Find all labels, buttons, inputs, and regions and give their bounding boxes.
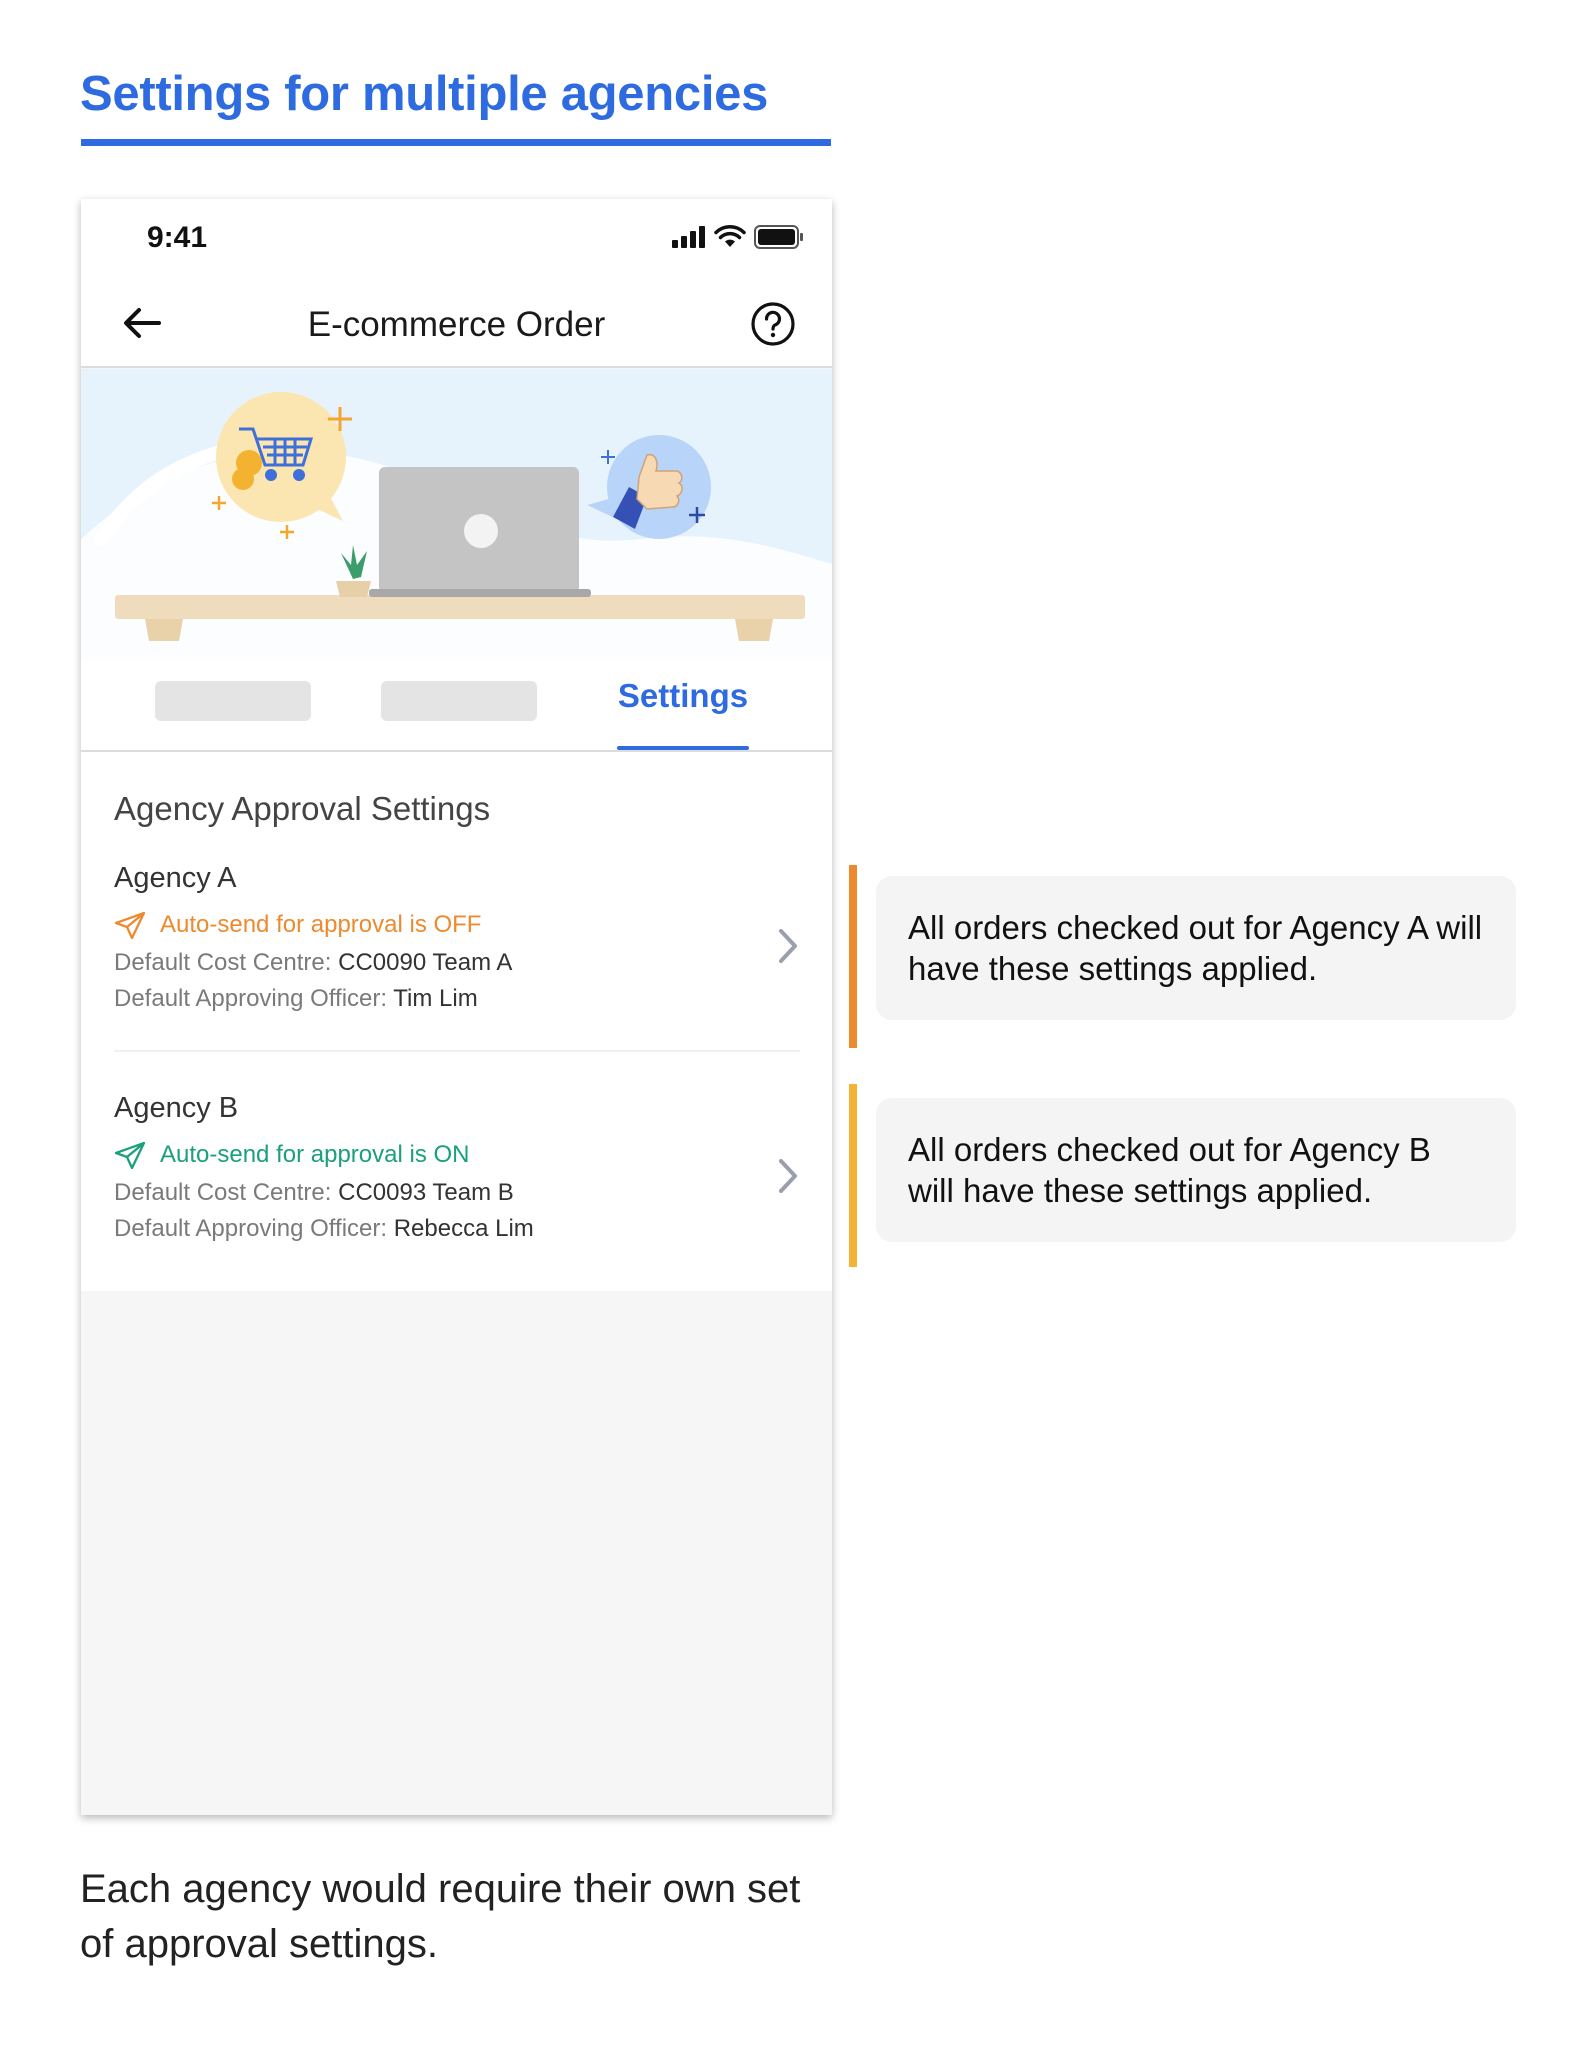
section-title: Agency Approval Settings (114, 790, 491, 827)
auto-send-text: Auto-send for approval is ON (160, 1141, 470, 1168)
officer-label: Default Approving Officer: (114, 1215, 394, 1242)
officer-value: Tim Lim (393, 985, 478, 1012)
active-tab-indicator (617, 746, 749, 750)
officer-value: Rebecca Lim (393, 1215, 534, 1242)
default-approving-officer: Default Approving Officer: Rebecca Lim (114, 1217, 800, 1241)
status-icons (672, 225, 804, 249)
status-bar: 9:41 (81, 199, 832, 279)
annotation-note-agency-a: All orders checked out for Agency A will… (876, 876, 1516, 1020)
auto-send-text: Auto-send for approval is OFF (160, 911, 482, 938)
cellular-signal-icon (672, 226, 705, 248)
send-icon (114, 1141, 146, 1169)
tab-bar: Settings (81, 659, 832, 752)
tab-settings[interactable]: Settings (617, 677, 749, 715)
agency-name: Agency A (114, 862, 237, 894)
agency-settings-panel: Agency Approval Settings Agency A Auto-s… (81, 752, 832, 1291)
agency-b-row[interactable]: Agency B Auto-send for approval is ON De… (114, 1092, 800, 1282)
tab-placeholder-2[interactable] (381, 681, 537, 721)
default-cost-centre: Default Cost Centre: CC0093 Team B (114, 1181, 800, 1205)
annotation-note-agency-b: All orders checked out for Agency B will… (876, 1098, 1516, 1242)
cost-centre-value: CC0090 Team A (338, 949, 513, 976)
status-time: 9:41 (147, 221, 208, 254)
title-underline (81, 139, 831, 146)
agency-a-row[interactable]: Agency A Auto-send for approval is OFF D… (114, 862, 800, 1052)
ecommerce-illustration (81, 369, 832, 659)
wifi-icon (714, 225, 746, 247)
auto-send-status: Auto-send for approval is ON (114, 1141, 800, 1169)
page-title: Settings for multiple agencies (80, 67, 769, 121)
question-circle-icon (751, 302, 795, 346)
nav-bar: E-commerce Order (81, 279, 832, 368)
banner-illustration (81, 369, 832, 659)
send-icon (114, 911, 146, 939)
annotation-bar-agency-b (849, 1084, 857, 1267)
cost-centre-label: Default Cost Centre: (114, 1179, 339, 1206)
cost-centre-label: Default Cost Centre: (114, 949, 339, 976)
agency-name: Agency B (114, 1092, 239, 1124)
chevron-right-icon[interactable] (776, 926, 800, 966)
default-approving-officer: Default Approving Officer: Tim Lim (114, 987, 800, 1011)
nav-title: E-commerce Order (307, 305, 606, 344)
battery-icon (754, 225, 803, 249)
tab-placeholder-1[interactable] (155, 681, 311, 721)
default-cost-centre: Default Cost Centre: CC0090 Team A (114, 951, 800, 975)
chevron-right-icon[interactable] (776, 1156, 800, 1196)
help-button[interactable] (750, 301, 796, 347)
cost-centre-value: CC0093 Team B (338, 1179, 514, 1206)
officer-label: Default Approving Officer: (114, 985, 394, 1012)
phone-mockup: 9:41 E-commerce Order Settings Agency Ap… (81, 199, 832, 1815)
auto-send-status: Auto-send for approval is OFF (114, 911, 800, 939)
page-caption: Each agency would require their own set … (80, 1867, 801, 1966)
annotation-bar-agency-a (849, 865, 857, 1048)
